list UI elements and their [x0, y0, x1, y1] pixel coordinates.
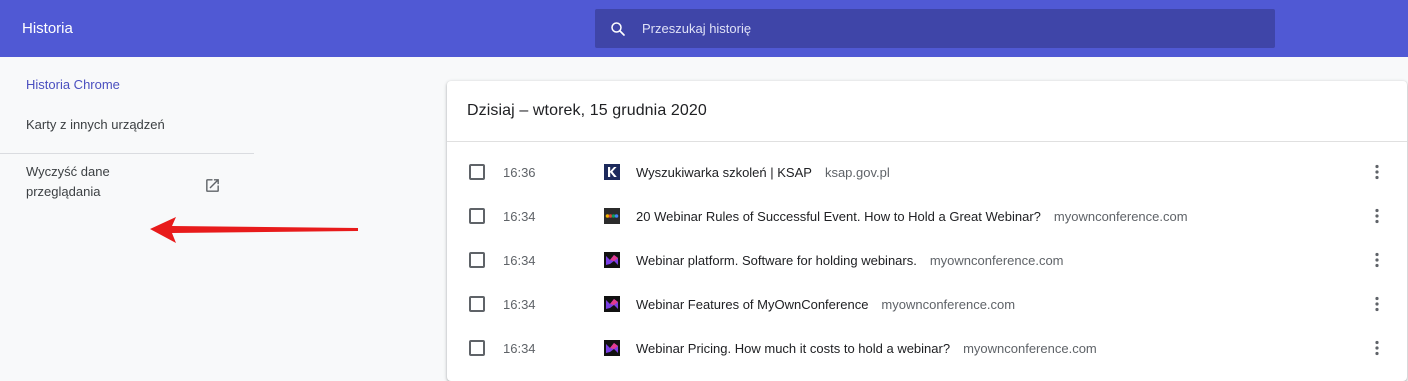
history-entry: 16:34 Webinar platform. Software for hol… — [447, 238, 1407, 282]
history-card: Dzisiaj – wtorek, 15 grudnia 2020 16:36 … — [447, 81, 1407, 381]
myownconference-favicon-icon — [604, 340, 620, 356]
more-vert-icon[interactable] — [1368, 163, 1386, 181]
entry-title: Webinar Features of MyOwnConference — [636, 297, 869, 312]
page-title: Historia — [22, 20, 73, 37]
entry-checkbox[interactable] — [469, 208, 485, 224]
history-entry: 16:34 Webinar Features of MyOwnConferenc… — [447, 282, 1407, 326]
entry-link[interactable]: Webinar Pricing. How much it costs to ho… — [636, 341, 1097, 356]
more-vert-icon[interactable] — [1368, 207, 1386, 225]
entry-link[interactable]: Wyszukiwarka szkoleń | KSAP ksap.gov.pl — [636, 165, 890, 180]
clear-browsing-data-label: Wyczyść dane przeglądania — [26, 164, 110, 199]
entry-link[interactable]: 20 Webinar Rules of Successful Event. Ho… — [636, 209, 1188, 224]
annotation-arrow-icon — [150, 217, 358, 243]
entry-time: 16:34 — [503, 209, 536, 224]
entry-title: 20 Webinar Rules of Successful Event. Ho… — [636, 209, 1041, 224]
entry-time: 16:34 — [503, 253, 536, 268]
entry-checkbox[interactable] — [469, 340, 485, 356]
history-list: 16:36 Wyszukiwarka szkoleń | KSAP ksap.go… — [447, 150, 1407, 370]
entry-domain: ksap.gov.pl — [824, 165, 890, 180]
entry-checkbox[interactable] — [469, 164, 485, 180]
history-date-header: Dzisiaj – wtorek, 15 grudnia 2020 — [447, 81, 1407, 142]
entry-title: Webinar Pricing. How much it costs to ho… — [636, 341, 951, 356]
search-icon — [611, 22, 625, 36]
entry-domain: myownconference.com — [1053, 209, 1188, 224]
ksap-favicon-icon — [604, 164, 620, 180]
entry-title: Webinar platform. Software for holding w… — [636, 253, 917, 268]
sidebar-divider — [0, 153, 254, 154]
sidebar-item-other-devices[interactable]: Karty z innych urządzeń — [26, 117, 165, 132]
history-entry: 16:34 20 Webinar Rules of Successful Eve… — [447, 194, 1407, 238]
clear-browsing-data-link[interactable]: Wyczyść dane przeglądania — [26, 161, 226, 203]
entry-domain: myownconference.com — [881, 297, 1016, 312]
entry-link[interactable]: Webinar platform. Software for holding w… — [636, 253, 1064, 268]
more-vert-icon[interactable] — [1368, 339, 1386, 357]
entry-title: Wyszukiwarka szkoleń | KSAP — [636, 165, 812, 180]
history-entry: 16:34 Webinar Pricing. How much it costs… — [447, 326, 1407, 370]
sidebar: Historia Chrome Karty z innych urządzeń … — [0, 57, 440, 371]
entry-checkbox[interactable] — [469, 296, 485, 312]
myownconference-favicon-icon — [604, 296, 620, 312]
app-header: Historia — [0, 0, 1408, 57]
entry-domain: myownconference.com — [963, 341, 1097, 356]
entry-link[interactable]: Webinar Features of MyOwnConference myown… — [636, 297, 1015, 312]
colorful-dots-favicon-icon — [604, 208, 620, 224]
search-box[interactable] — [595, 9, 1275, 48]
entry-checkbox[interactable] — [469, 252, 485, 268]
search-input[interactable] — [640, 9, 1260, 48]
more-vert-icon[interactable] — [1368, 251, 1386, 269]
entry-time: 16:34 — [503, 341, 536, 356]
history-date-title: Dzisiaj – wtorek, 15 grudnia 2020 — [467, 102, 707, 119]
open-in-new-icon — [206, 179, 219, 192]
myownconference-favicon-icon — [604, 252, 620, 268]
sidebar-item-chrome-history[interactable]: Historia Chrome — [26, 77, 120, 92]
entry-time: 16:34 — [503, 297, 536, 312]
entry-time: 16:36 — [503, 165, 536, 180]
more-vert-icon[interactable] — [1368, 295, 1386, 313]
entry-domain: myownconference.com — [929, 253, 1064, 268]
history-entry: 16:36 Wyszukiwarka szkoleń | KSAP ksap.go… — [447, 150, 1407, 194]
